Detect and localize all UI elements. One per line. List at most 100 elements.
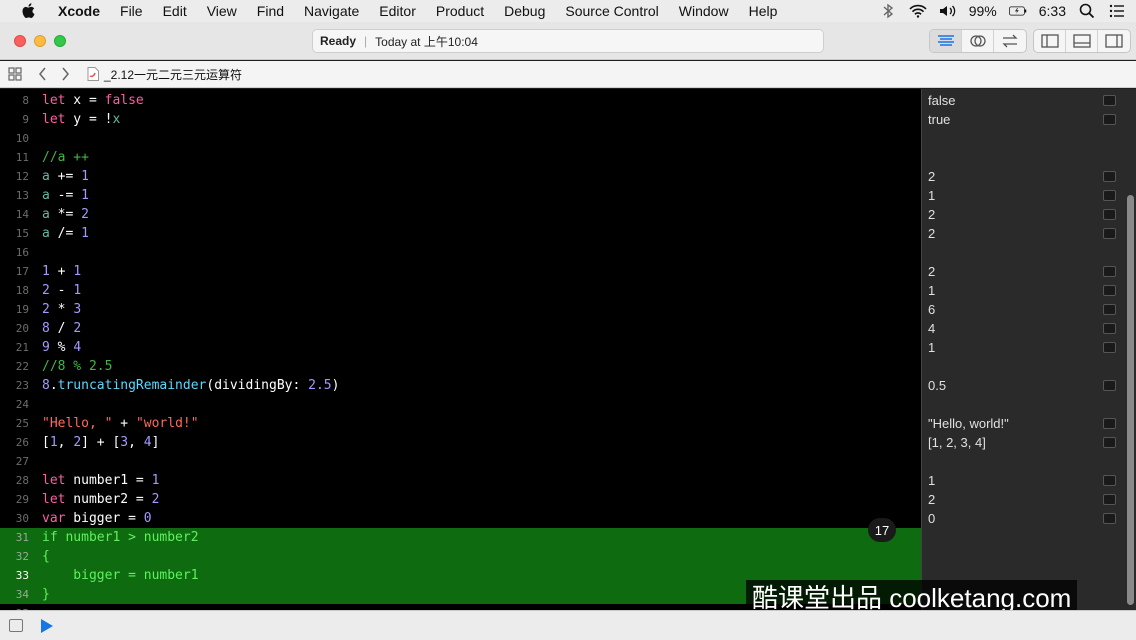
line-number[interactable]: 10 — [0, 129, 29, 148]
line-number[interactable]: 21 — [0, 338, 29, 357]
code-line[interactable]: 12 a += 1 — [0, 167, 921, 186]
back-icon[interactable] — [35, 66, 51, 82]
code-line[interactable]: 31 if number1 > number2 — [0, 528, 921, 547]
line-number[interactable]: 8 — [0, 91, 29, 110]
line-number[interactable]: 33 — [0, 566, 29, 585]
quick-look-icon[interactable] — [1103, 95, 1116, 106]
code-line[interactable]: 18 2 - 1 — [0, 281, 921, 300]
bluetooth-icon[interactable] — [879, 3, 897, 19]
code-line[interactable]: 30 var bigger = 0 — [0, 509, 921, 528]
menu-file[interactable]: File — [110, 0, 153, 22]
menu-find[interactable]: Find — [247, 0, 294, 22]
code-line[interactable]: 16 — [0, 243, 921, 262]
quick-look-icon[interactable] — [1103, 380, 1116, 391]
line-number[interactable]: 23 — [0, 376, 29, 395]
menu-view[interactable]: View — [197, 0, 247, 22]
code-line[interactable]: 22 //8 % 2.5 — [0, 357, 921, 376]
quick-look-icon[interactable] — [1103, 342, 1116, 353]
quick-look-icon[interactable] — [1103, 171, 1116, 182]
line-number[interactable]: 20 — [0, 319, 29, 338]
forward-icon[interactable] — [57, 66, 73, 82]
code-line[interactable]: 11 //a ++ — [0, 148, 921, 167]
assistant-editor-button[interactable] — [962, 30, 994, 52]
breadcrumb-file[interactable]: _2.12一元二元三元运算符 — [104, 66, 242, 83]
quick-look-icon[interactable] — [1103, 304, 1116, 315]
quick-look-icon[interactable] — [1103, 266, 1116, 277]
run-playground-button[interactable] — [41, 619, 53, 633]
line-number[interactable]: 24 — [0, 395, 29, 414]
quick-look-icon[interactable] — [1103, 209, 1116, 220]
utilities-toggle-button[interactable] — [1098, 30, 1130, 52]
code-line[interactable]: 8 let x = false — [0, 91, 921, 110]
line-number[interactable]: 32 — [0, 547, 29, 566]
window-close-button[interactable] — [14, 35, 26, 47]
code-line[interactable]: 9 let y = !x — [0, 110, 921, 129]
line-number[interactable]: 16 — [0, 243, 29, 262]
code-line[interactable]: 24 — [0, 395, 921, 414]
wifi-icon[interactable] — [909, 3, 927, 19]
clock[interactable]: 6:33 — [1039, 3, 1066, 19]
menu-product[interactable]: Product — [426, 0, 494, 22]
quick-look-icon[interactable] — [1103, 513, 1116, 524]
quick-look-icon[interactable] — [1103, 114, 1116, 125]
line-number[interactable]: 30 — [0, 509, 29, 528]
navigator-toggle-button[interactable] — [1034, 30, 1066, 52]
line-number[interactable]: 12 — [0, 167, 29, 186]
code-line[interactable]: 23 8.truncatingRemainder(dividingBy: 2.5) — [0, 376, 921, 395]
code-line[interactable]: 32 { — [0, 547, 921, 566]
quick-look-icon[interactable] — [1103, 418, 1116, 429]
line-number[interactable]: 31 — [0, 528, 29, 547]
line-number[interactable]: 27 — [0, 452, 29, 471]
code-line[interactable]: 20 8 / 2 — [0, 319, 921, 338]
window-zoom-button[interactable] — [54, 35, 66, 47]
version-editor-button[interactable] — [994, 30, 1026, 52]
quick-look-icon[interactable] — [1103, 228, 1116, 239]
code-line[interactable]: 10 — [0, 129, 921, 148]
line-number[interactable]: 25 — [0, 414, 29, 433]
menu-debug[interactable]: Debug — [494, 0, 555, 22]
line-number[interactable]: 29 — [0, 490, 29, 509]
line-number[interactable]: 13 — [0, 186, 29, 205]
line-number[interactable]: 34 — [0, 585, 29, 604]
line-number[interactable]: 14 — [0, 205, 29, 224]
code-line[interactable]: 21 9 % 4 — [0, 338, 921, 357]
standard-editor-button[interactable] — [930, 30, 962, 52]
source-editor[interactable]: 8 let x = false 9 let y = !x 10 11 //a ++ 12 a +… — [0, 89, 921, 610]
quick-look-icon[interactable] — [1103, 285, 1116, 296]
line-number[interactable]: 19 — [0, 300, 29, 319]
code-line[interactable]: 19 2 * 3 — [0, 300, 921, 319]
line-number[interactable]: 22 — [0, 357, 29, 376]
code-line[interactable]: 13 a -= 1 — [0, 186, 921, 205]
code-line[interactable]: 28 let number1 = 1 — [0, 471, 921, 490]
quick-look-icon[interactable] — [1103, 323, 1116, 334]
code-line[interactable]: 26 [1, 2] + [3, 4] — [0, 433, 921, 452]
menu-navigate[interactable]: Navigate — [294, 0, 369, 22]
line-number[interactable]: 28 — [0, 471, 29, 490]
battery-icon[interactable] — [1008, 3, 1027, 19]
menu-editor[interactable]: Editor — [369, 0, 426, 22]
menu-source-control[interactable]: Source Control — [555, 0, 668, 22]
line-number[interactable]: 17 — [0, 262, 29, 281]
code-line[interactable]: 25 "Hello, " + "world!" — [0, 414, 921, 433]
code-line[interactable]: 15 a /= 1 — [0, 224, 921, 243]
line-number[interactable]: 9 — [0, 110, 29, 129]
line-number[interactable]: 26 — [0, 433, 29, 452]
quick-look-icon[interactable] — [1103, 494, 1116, 505]
window-minimize-button[interactable] — [34, 35, 46, 47]
related-items-icon[interactable] — [7, 66, 23, 82]
volume-icon[interactable] — [939, 3, 957, 19]
apple-icon[interactable] — [20, 2, 38, 20]
scrollbar-thumb[interactable] — [1127, 195, 1134, 605]
code-line[interactable]: 27 — [0, 452, 921, 471]
line-number[interactable]: 15 — [0, 224, 29, 243]
menu-edit[interactable]: Edit — [153, 0, 197, 22]
notification-center-icon[interactable] — [1108, 3, 1126, 19]
code-line[interactable]: 17 1 + 1 — [0, 262, 921, 281]
menu-app-xcode[interactable]: Xcode — [50, 0, 110, 22]
spotlight-icon[interactable] — [1078, 3, 1096, 19]
debug-area-toggle-icon[interactable] — [9, 619, 23, 632]
debug-area-toggle-button[interactable] — [1066, 30, 1098, 52]
line-number[interactable]: 18 — [0, 281, 29, 300]
code-line[interactable]: 29 let number2 = 2 — [0, 490, 921, 509]
quick-look-icon[interactable] — [1103, 475, 1116, 486]
